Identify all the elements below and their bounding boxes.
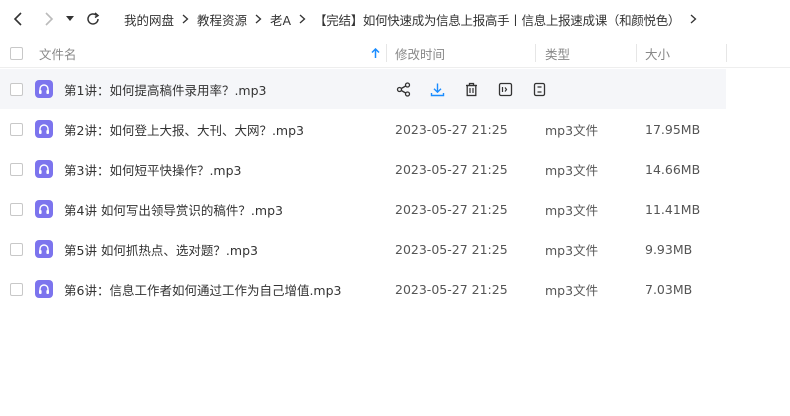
history-dropdown-button[interactable] [61, 8, 79, 30]
chevron-left-icon [13, 12, 22, 26]
share-icon[interactable] [394, 80, 412, 98]
delete-icon[interactable] [462, 80, 480, 98]
file-row[interactable]: 第4讲 如何写出领导赏识的稿件？.mp3 2023-05-27 21:25 mp… [0, 189, 790, 229]
top-navigation-bar: 我的网盘 教程资源 老A 【完结】如何快速成为信息上报高手丨信息上报速成课（和颜… [0, 0, 790, 38]
file-name[interactable]: 第5讲 如何抓热点、选对题？.mp3 [64, 229, 258, 269]
audio-file-icon [35, 80, 53, 98]
audio-file-icon [35, 280, 53, 298]
file-modified: 2023-05-27 21:25 [395, 161, 508, 177]
audio-file-icon [35, 120, 53, 138]
sort-ascending-icon[interactable] [371, 38, 380, 68]
file-name[interactable]: 第6讲：信息工作者如何通过工作为自己增值.mp3 [64, 269, 342, 309]
breadcrumb-item-author[interactable]: 老A [270, 10, 291, 29]
column-divider[interactable] [636, 44, 637, 62]
file-size: 17.95MB [645, 121, 701, 137]
forward-button[interactable] [37, 8, 59, 30]
file-name[interactable]: 第4讲 如何写出领导赏识的稿件？.mp3 [64, 189, 283, 229]
file-size: 7.03MB [645, 281, 693, 297]
column-header-type-label: 类型 [545, 46, 571, 62]
refresh-icon [87, 12, 100, 25]
column-header-name-label: 文件名 [39, 46, 77, 62]
file-modified: 2023-05-27 21:25 [395, 281, 508, 297]
file-name[interactable]: 第3讲：如何短平快操作？.mp3 [64, 149, 242, 189]
breadcrumb: 我的网盘 教程资源 老A 【完结】如何快速成为信息上报高手丨信息上报速成课（和颜… [124, 0, 705, 38]
file-size: 14.66MB [645, 161, 701, 177]
file-size: 9.93MB [645, 241, 693, 257]
file-row[interactable]: 第5讲 如何抓热点、选对题？.mp3 2023-05-27 21:25 mp3文… [0, 229, 790, 269]
chevron-right-icon [690, 14, 697, 24]
file-type: mp3文件 [545, 162, 599, 178]
file-modified: 2023-05-27 21:25 [395, 121, 508, 137]
download-icon[interactable] [428, 80, 446, 98]
refresh-button[interactable] [82, 8, 104, 30]
breadcrumb-item-current-folder[interactable]: 【完结】如何快速成为信息上报高手丨信息上报速成课（和颜悦色） [314, 10, 680, 29]
row-checkbox[interactable] [10, 83, 23, 96]
file-modified: 2023-05-27 21:25 [395, 241, 508, 257]
audio-file-icon [35, 160, 53, 178]
column-header-modified-label: 修改时间 [395, 46, 446, 62]
row-checkbox[interactable] [10, 283, 23, 296]
column-header-modified[interactable]: 修改时间 [395, 38, 445, 68]
more-icon[interactable] [530, 80, 548, 98]
breadcrumb-item-root[interactable]: 我的网盘 [124, 10, 174, 29]
column-header-name[interactable]: 文件名 [39, 38, 77, 68]
row-actions [394, 69, 564, 109]
file-type: mp3文件 [545, 202, 599, 218]
row-checkbox[interactable] [10, 123, 23, 136]
chevron-right-icon [45, 12, 54, 26]
file-name[interactable]: 第1讲：如何提高稿件录用率？.mp3 [64, 69, 267, 109]
caret-down-icon [66, 16, 74, 21]
row-checkbox[interactable] [10, 163, 23, 176]
column-divider[interactable] [386, 44, 387, 62]
file-row[interactable]: 第2讲：如何登上大报、大刊、大网？.mp3 2023-05-27 21:25 m… [0, 109, 790, 149]
file-type: mp3文件 [545, 282, 599, 298]
row-checkbox[interactable] [10, 243, 23, 256]
audio-file-icon [35, 200, 53, 218]
file-name[interactable]: 第2讲：如何登上大报、大刊、大网？.mp3 [64, 109, 304, 149]
column-header-size-label: 大小 [645, 46, 671, 62]
chevron-right-icon [299, 14, 306, 24]
file-list-header: 文件名 修改时间 类型 大小 [0, 38, 790, 68]
file-row[interactable]: 第3讲：如何短平快操作？.mp3 2023-05-27 21:25 mp3文件 … [0, 149, 790, 189]
select-all-checkbox[interactable] [10, 47, 23, 60]
file-type: mp3文件 [545, 122, 599, 138]
column-divider[interactable] [535, 44, 536, 62]
file-size: 11.41MB [645, 201, 701, 217]
file-row[interactable]: 第6讲：信息工作者如何通过工作为自己增值.mp3 2023-05-27 21:2… [0, 269, 790, 309]
audio-file-icon [35, 240, 53, 258]
chevron-right-icon [255, 14, 262, 24]
column-divider[interactable] [726, 44, 727, 62]
rename-icon[interactable] [496, 80, 514, 98]
file-modified: 2023-05-27 21:25 [395, 201, 508, 217]
back-button[interactable] [8, 8, 30, 30]
column-header-size[interactable]: 大小 [645, 38, 670, 68]
chevron-right-icon [182, 14, 189, 24]
column-header-type[interactable]: 类型 [545, 38, 570, 68]
row-checkbox[interactable] [10, 203, 23, 216]
breadcrumb-item-tutorials[interactable]: 教程资源 [197, 10, 247, 29]
file-row[interactable]: 第1讲：如何提高稿件录用率？.mp3 [0, 69, 726, 109]
file-type: mp3文件 [545, 242, 599, 258]
